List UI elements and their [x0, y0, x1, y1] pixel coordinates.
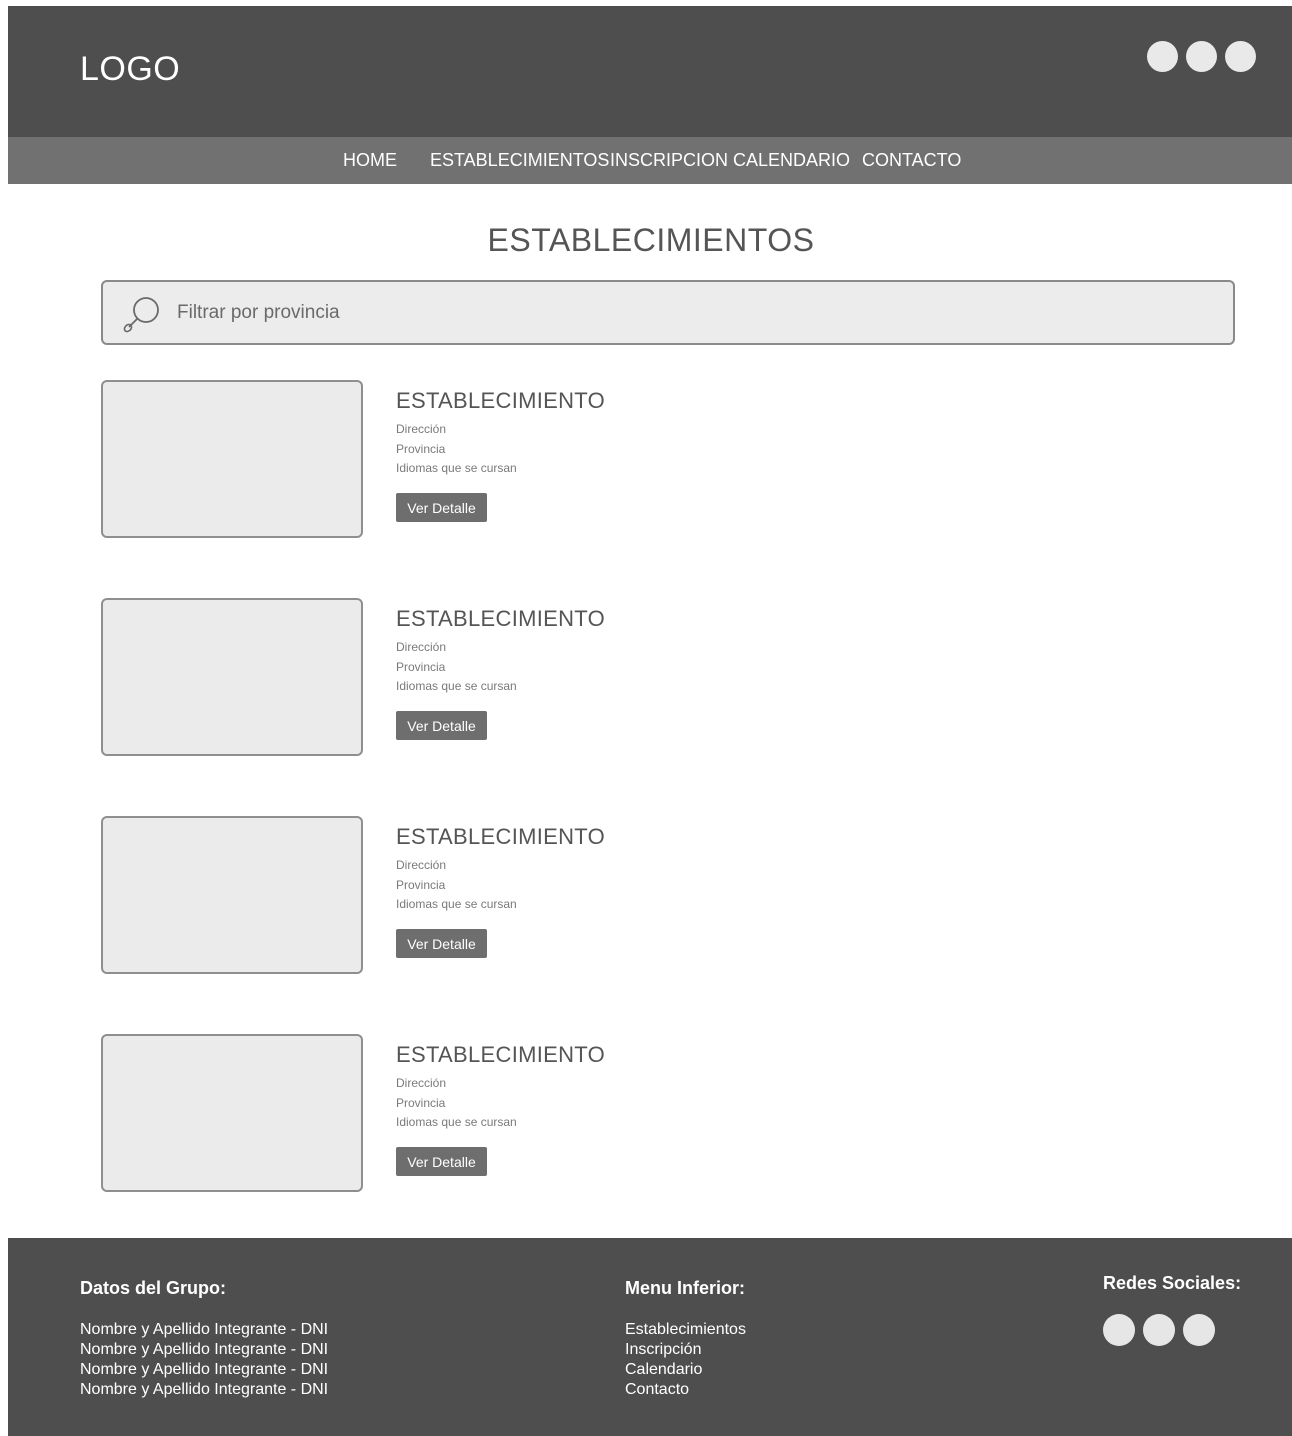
card-address: Dirección [396, 858, 447, 872]
card-address: Dirección [396, 422, 447, 436]
group-member: Nombre y Apellido Integrante - DNI [80, 1321, 329, 1338]
search-icon [123, 297, 159, 333]
card-languages: Idiomas que se cursan [396, 461, 517, 475]
card-province: Provincia [396, 878, 446, 892]
social-circle-icon[interactable] [1103, 1314, 1135, 1346]
establishment-card: ESTABLECIMIENTO Dirección Provincia Idio… [101, 1034, 801, 1192]
footer-link-inscripcion[interactable]: Inscripción [625, 1340, 746, 1360]
footer-menu-heading: Menu Inferior: [625, 1278, 745, 1298]
view-detail-button[interactable]: Ver Detalle [396, 493, 487, 522]
image-placeholder [101, 816, 363, 974]
page-title: ESTABLECIMIENTOS [487, 222, 815, 258]
card-languages: Idiomas que se cursan [396, 1115, 517, 1129]
group-member: Nombre y Apellido Integrante - DNI [80, 1361, 329, 1378]
view-detail-button[interactable]: Ver Detalle [396, 1147, 487, 1176]
image-placeholder [101, 598, 363, 756]
search-input[interactable] [177, 294, 1217, 332]
footer-link-contacto[interactable]: Contacto [625, 1380, 746, 1400]
footer-link-calendario[interactable]: Calendario [625, 1360, 746, 1380]
card-address: Dirección [396, 1076, 447, 1090]
card-province: Provincia [396, 1096, 446, 1110]
nav-inscripcion[interactable]: INSCRIPCION [610, 150, 728, 171]
card-title: ESTABLECIMIENTO [396, 606, 606, 631]
social-circle-icon[interactable] [1225, 41, 1256, 72]
card-province: Provincia [396, 442, 446, 456]
site-footer: Datos del Grupo: Nombre y Apellido Integ… [8, 1238, 1292, 1436]
view-detail-button[interactable]: Ver Detalle [396, 929, 487, 958]
search-bar[interactable] [101, 280, 1235, 345]
group-members-list: Nombre y Apellido Integrante - DNI Nombr… [80, 1320, 328, 1400]
nav-establecimientos[interactable]: ESTABLECIMIENTOS [430, 150, 609, 171]
nav-contacto[interactable]: CONTACTO [862, 150, 961, 171]
establishment-card: ESTABLECIMIENTO Dirección Provincia Idio… [101, 598, 801, 756]
footer-link-establecimientos[interactable]: Establecimientos [625, 1320, 746, 1340]
group-heading: Datos del Grupo: [80, 1278, 227, 1298]
footer-social-icons [1103, 1314, 1215, 1346]
group-member: Nombre y Apellido Integrante - DNI [80, 1381, 329, 1398]
social-circle-icon[interactable] [1143, 1314, 1175, 1346]
social-circle-icon[interactable] [1186, 41, 1217, 72]
group-member: Nombre y Apellido Integrante - DNI [80, 1341, 329, 1358]
header-social-icons [1147, 41, 1256, 72]
main-nav: HOME ESTABLECIMIENTOS INSCRIPCION CALEND… [8, 137, 1292, 184]
site-header: LOGO [8, 6, 1292, 137]
social-circle-icon[interactable] [1183, 1314, 1215, 1346]
nav-home[interactable]: HOME [343, 150, 397, 171]
logo[interactable]: LOGO [80, 50, 180, 89]
establishment-card: ESTABLECIMIENTO Dirección Provincia Idio… [101, 816, 801, 974]
footer-menu-list: Establecimientos Inscripción Calendario … [625, 1320, 746, 1400]
card-title: ESTABLECIMIENTO [396, 824, 606, 849]
social-heading: Redes Sociales: [1103, 1273, 1242, 1293]
nav-calendario[interactable]: CALENDARIO [733, 150, 850, 171]
social-circle-icon[interactable] [1147, 41, 1178, 72]
card-province: Provincia [396, 660, 446, 674]
card-address: Dirección [396, 640, 447, 654]
view-detail-button[interactable]: Ver Detalle [396, 711, 487, 740]
card-languages: Idiomas que se cursan [396, 679, 517, 693]
establishment-card: ESTABLECIMIENTO Dirección Provincia Idio… [101, 380, 801, 538]
image-placeholder [101, 1034, 363, 1192]
card-languages: Idiomas que se cursan [396, 897, 517, 911]
image-placeholder [101, 380, 363, 538]
card-title: ESTABLECIMIENTO [396, 1042, 606, 1067]
card-title: ESTABLECIMIENTO [396, 388, 606, 413]
